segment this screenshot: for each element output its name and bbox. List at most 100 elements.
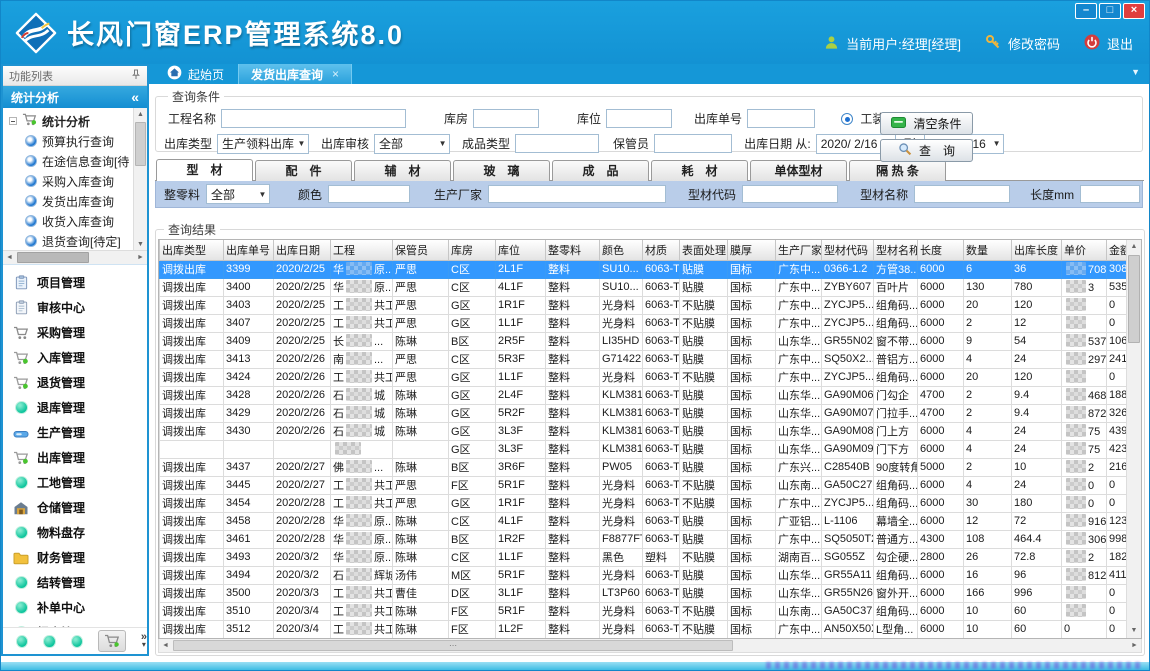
grid-cell[interactable]: 调拨出库 [160,548,224,566]
grid-cell[interactable]: 门下方 [874,440,918,458]
grid-cell[interactable]: 5R2F [496,404,546,422]
grid-cell[interactable]: 2020/3/2 [274,566,331,584]
grid-cell[interactable]: 国标 [728,314,776,332]
grid-cell[interactable]: 0 [1107,314,1127,332]
grid-cell[interactable]: 2020/2/25 [274,332,331,350]
grid-cell[interactable]: 窗外开... [874,584,918,602]
grid-cell[interactable]: GA50C37 [822,602,874,620]
grid-cell[interactable]: 陈琳 [393,332,449,350]
grid-cell[interactable]: 整料 [546,530,600,548]
grid-cell[interactable]: ZYCJP5... [822,296,874,314]
tree-item[interactable]: 退货查询[待定] [25,231,131,251]
grid-cell[interactable]: 6000 [918,566,964,584]
grid-cell[interactable]: 6063-T5 [643,386,680,404]
grid-cell[interactable]: 组角码... [874,314,918,332]
grid-cell[interactable]: 国标 [728,332,776,350]
sidebar-module-item[interactable]: 工地管理 [3,470,147,495]
sidebar-module-item[interactable]: 审核中心 [3,295,147,320]
more-modules-button[interactable]: »▾ [141,634,147,648]
grid-cell[interactable]: 6000 [918,620,964,638]
grid-cell[interactable]: 106 [1107,332,1127,350]
material-tab[interactable]: 玻 璃 [453,160,550,181]
grid-cell[interactable]: 整料 [546,368,600,386]
grid-cell[interactable]: 6 [964,260,1012,278]
grid-cell[interactable]: 75 [1062,440,1107,458]
grid-cell[interactable]: 山东华... [776,386,822,404]
grid-row[interactable]: 调拨出库34282020/2/26石城陈琳G区2L4F整料KLM38176063… [160,386,1127,404]
grid-cell[interactable]: 整料 [546,260,600,278]
grid-cell[interactable]: 陈琳 [393,386,449,404]
scroll-left-icon[interactable]: ◄ [159,639,172,652]
grid-cell[interactable]: LT3P60 [600,584,643,602]
grid-cell[interactable]: 2020/2/26 [274,422,331,440]
grid-cell[interactable]: 光身料 [600,494,643,512]
grid-cell[interactable]: 山东华... [776,422,822,440]
grid-cell[interactable]: 72 [1012,512,1062,530]
grid-cell[interactable]: 不贴膜 [680,602,728,620]
grid-cell[interactable]: 国标 [728,278,776,296]
grid-cell[interactable]: 20 [964,296,1012,314]
module-dot-icon[interactable] [16,635,28,648]
grid-cell[interactable]: 6000 [918,476,964,494]
grid-cell[interactable]: G区 [449,422,496,440]
keeper-input[interactable] [654,134,732,153]
grid-row[interactable]: 调拨出库35002020/3/3工共工程曹佳D区3L1F整料LT3P606063… [160,584,1127,602]
grid-cell[interactable]: 贴膜 [680,332,728,350]
grid-row[interactable]: 调拨出库34072020/2/25工共工程严思G区1L1F整料光身料6063-T… [160,314,1127,332]
grid-cell[interactable]: SU10... [600,260,643,278]
grid-cell[interactable]: 3430 [224,422,274,440]
grid-cell[interactable]: 2020/2/26 [274,404,331,422]
grid-cell[interactable]: B区 [449,458,496,476]
grid-cell[interactable]: 广东兴... [776,458,822,476]
grid-cell[interactable]: 严思 [393,278,449,296]
product-type-input[interactable] [515,134,599,153]
grid-cell[interactable]: 4 [964,440,1012,458]
grid-cell[interactable]: 2020/2/26 [274,386,331,404]
grid-cell[interactable]: 1L1F [496,368,546,386]
grid-cell[interactable]: 调拨出库 [160,260,224,278]
grid-cell[interactable]: 6063-T5 [643,584,680,602]
grid-cell[interactable]: 6063-T5 [643,404,680,422]
column-header[interactable]: 材质 [643,240,680,260]
grid-cell[interactable]: 6000 [918,296,964,314]
material-tab[interactable]: 单体型材 [750,160,847,181]
grid-cell[interactable]: 贴膜 [680,512,728,530]
grid-cell[interactable]: 326 [1107,404,1127,422]
grid-cell[interactable]: C28540B [822,458,874,476]
grid-cell[interactable]: L-1106 [822,512,874,530]
grid-cell[interactable]: 整料 [546,350,600,368]
grid-cell[interactable]: 6063-T5 [643,296,680,314]
grid-cell[interactable]: 2972 [1062,350,1107,368]
grid-cell[interactable]: 1L2F [496,620,546,638]
grid-cell[interactable]: 山东华... [776,566,822,584]
grid-cell[interactable]: 6063-T5 [643,314,680,332]
grid-cell[interactable]: 光身料 [600,620,643,638]
grid-cell[interactable]: 国标 [728,476,776,494]
grid-cell[interactable]: 贴膜 [680,422,728,440]
grid-cell[interactable]: 6000 [918,314,964,332]
grid-cell[interactable]: 6063-T5 [643,620,680,638]
grid-cell[interactable]: F区 [449,620,496,638]
material-tab[interactable]: 型 材 [156,159,253,181]
grid-cell[interactable]: 不贴膜 [680,494,728,512]
grid-cell[interactable]: 3407 [224,314,274,332]
whole-piece-select[interactable]: 全部▼ [206,184,270,204]
grid-row[interactable]: 调拨出库34092020/2/25长...陈琳B区2R5F整料LI35HD606… [160,332,1127,350]
grid-cell[interactable]: 6000 [918,332,964,350]
grid-cell[interactable]: M区 [449,566,496,584]
grid-cell[interactable]: 国标 [728,350,776,368]
tab-delivery-outbound-query[interactable]: 发货出库查询 × [238,64,352,84]
logout-link[interactable]: 退出 [1107,34,1133,53]
grid-cell[interactable]: 0 [1062,620,1107,638]
tab-overflow-icon[interactable]: ▼ [1131,67,1140,77]
grid-cell[interactable]: 整料 [546,602,600,620]
scroll-right-icon[interactable]: ► [134,251,147,264]
grid-cell[interactable]: 0 [1107,494,1127,512]
grid-horizontal-scrollbar[interactable]: ◄ ⋯ ► [158,639,1142,653]
grid-cell[interactable]: 3428 [224,386,274,404]
grid-cell[interactable]: KLM3817 [600,440,643,458]
grid-cell[interactable]: 严思 [393,296,449,314]
clear-conditions-button[interactable]: 清空条件 [880,112,973,135]
grid-cell[interactable]: 普铝方... [874,350,918,368]
grid-cell[interactable]: 3403 [224,296,274,314]
